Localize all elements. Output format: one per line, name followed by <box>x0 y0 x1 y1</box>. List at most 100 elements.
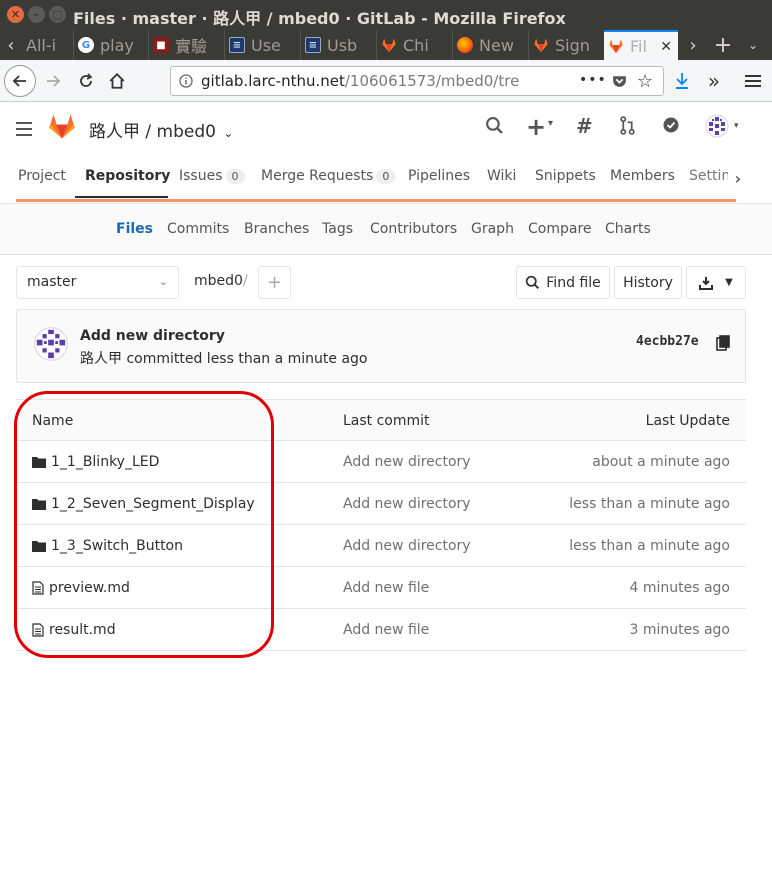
commit-sha[interactable]: 4ecbb27e <box>636 334 699 349</box>
url-text[interactable]: gitlab.larc-nthu.net/106061573/mbed0/tre <box>201 72 571 90</box>
file-name-cell[interactable]: 1_1_Blinky_LED <box>32 454 159 470</box>
file-last-commit[interactable]: Add new directory <box>343 496 471 512</box>
tab-7[interactable]: Sign <box>528 30 603 60</box>
subnav-branches[interactable]: Branches <box>244 221 309 237</box>
bookmark-star-icon[interactable]: ☆ <box>637 71 653 92</box>
subnav-graph[interactable]: Graph <box>471 221 514 237</box>
subnav-tags[interactable]: Tags <box>322 221 353 237</box>
file-last-commit[interactable]: Add new directory <box>343 538 471 554</box>
tab-0[interactable]: All-i <box>22 30 72 60</box>
tab-scroll-left-icon[interactable]: ‹ <box>0 30 22 60</box>
tab-members[interactable]: Members <box>610 168 675 184</box>
document-icon: ≡ <box>305 37 321 53</box>
subnav-commits[interactable]: Commits <box>167 221 229 237</box>
merge-requests-count-badge: 0 <box>376 169 396 184</box>
tab-project[interactable]: Project <box>18 168 66 184</box>
column-header-name: Name <box>32 413 74 429</box>
table-row[interactable]: preview.md Add new file 4 minutes ago <box>16 567 746 609</box>
menu-hamburger-icon[interactable] <box>742 70 764 92</box>
downloads-icon[interactable] <box>671 70 693 92</box>
subnav-compare[interactable]: Compare <box>528 221 592 237</box>
todo-check-icon[interactable] <box>662 116 680 139</box>
chevron-down-icon[interactable]: ▾ <box>734 121 739 131</box>
firefox-icon <box>457 37 473 53</box>
file-name-cell[interactable]: 1_3_Switch_Button <box>32 538 183 554</box>
new-tab-plus-icon[interactable]: + <box>712 30 734 60</box>
window-minimize-button[interactable]: – <box>28 6 45 23</box>
tab-repository[interactable]: Repository <box>85 168 170 184</box>
new-item-plus-icon[interactable]: + <box>526 113 546 141</box>
file-last-update: less than a minute ago <box>569 496 730 512</box>
site-info-icon[interactable] <box>179 74 193 92</box>
file-name-cell[interactable]: 1_2_Seven_Segment_Display <box>32 496 255 512</box>
tab-issues[interactable]: Issues 0 <box>179 168 245 184</box>
table-row[interactable]: 1_3_Switch_Button Add new directory less… <box>16 525 746 567</box>
merge-request-icon[interactable] <box>619 116 636 140</box>
home-button[interactable] <box>106 70 128 92</box>
tab-8-active[interactable]: Fil ✕ <box>604 30 678 60</box>
project-breadcrumb[interactable]: 路人甲 / mbed0 ⌄ <box>89 117 233 142</box>
table-row[interactable]: result.md Add new file 3 minutes ago <box>16 609 746 651</box>
download-dropdown-button[interactable]: ▼ <box>686 266 746 299</box>
find-file-button[interactable]: Find file <box>516 266 610 299</box>
reload-button[interactable] <box>75 70 97 92</box>
file-last-commit[interactable]: Add new file <box>343 580 429 596</box>
hash-icon[interactable]: # <box>576 114 593 138</box>
column-header-last-update: Last Update <box>645 413 730 429</box>
page-actions-more-icon[interactable]: ••• <box>579 72 607 88</box>
tab-4[interactable]: ≡ Usb <box>300 30 375 60</box>
window-maximize-button[interactable]: □ <box>49 6 66 23</box>
file-name-cell[interactable]: result.md <box>32 622 116 638</box>
tab-snippets[interactable]: Snippets <box>535 168 596 184</box>
tab-wiki[interactable]: Wiki <box>487 168 516 184</box>
back-button[interactable] <box>4 65 36 97</box>
tab-label: Use <box>251 35 281 55</box>
tab-merge-requests[interactable]: Merge Requests 0 <box>261 168 396 184</box>
user-avatar[interactable] <box>705 114 729 143</box>
file-last-commit[interactable]: Add new file <box>343 622 429 638</box>
table-row[interactable]: 1_2_Seven_Segment_Display Add new direct… <box>16 483 746 525</box>
search-icon[interactable] <box>485 116 504 140</box>
table-row[interactable]: 1_1_Blinky_LED Add new directory about a… <box>16 441 746 483</box>
tab-3[interactable]: ≡ Use <box>224 30 299 60</box>
tab-6[interactable]: New <box>452 30 527 60</box>
find-file-label: Find file <box>546 274 601 291</box>
file-name: 1_2_Seven_Segment_Display <box>51 496 255 512</box>
chevron-down-icon[interactable]: ▾ <box>548 118 553 129</box>
tab-list-chevron-icon[interactable]: ⌄ <box>742 30 764 60</box>
branch-selector[interactable]: master ⌄ <box>16 266 179 299</box>
tree-breadcrumb-root[interactable]: mbed0 <box>194 273 243 289</box>
pocket-icon[interactable] <box>611 73 628 94</box>
file-name: 1_3_Switch_Button <box>51 538 183 554</box>
gitlab-icon <box>381 37 397 53</box>
nav-scroll-right-icon[interactable]: › <box>728 164 748 192</box>
tab-label: 實驗 <box>175 37 208 56</box>
window-close-button[interactable]: ✕ <box>7 6 24 23</box>
url-path: /106061573/mbed0/tre <box>344 72 520 90</box>
gitlab-logo-icon[interactable] <box>48 112 76 144</box>
tab-scroll-right-icon[interactable]: › <box>682 30 704 60</box>
add-to-tree-button[interactable]: + <box>258 266 291 299</box>
subnav-contributors[interactable]: Contributors <box>370 221 457 237</box>
copy-clipboard-icon[interactable] <box>716 335 730 355</box>
forward-button[interactable] <box>42 70 64 92</box>
tab-settings[interactable]: Settin <box>689 168 730 184</box>
tab-2[interactable]: ■ 實驗 <box>148 30 223 60</box>
subnav-charts[interactable]: Charts <box>605 221 651 237</box>
commit-title[interactable]: Add new directory <box>80 328 225 344</box>
tab-pipelines[interactable]: Pipelines <box>408 168 470 184</box>
close-icon[interactable]: ✕ <box>660 39 672 55</box>
history-button[interactable]: History <box>614 266 682 299</box>
sidebar-toggle-icon[interactable] <box>16 122 32 140</box>
last-commit-box: Add new directory 路人甲 committed less tha… <box>16 309 746 383</box>
subnav-files[interactable]: Files <box>116 221 153 237</box>
file-last-commit[interactable]: Add new directory <box>343 454 471 470</box>
url-bar[interactable]: gitlab.larc-nthu.net/106061573/mbed0/tre… <box>170 66 664 96</box>
tab-1[interactable]: G play <box>73 30 147 60</box>
project-path-text: 路人甲 / mbed0 <box>89 122 216 142</box>
overflow-chevron-icon[interactable]: » <box>703 69 725 93</box>
tab-label: Sign <box>555 35 590 55</box>
file-name-cell[interactable]: preview.md <box>32 580 130 596</box>
tab-5[interactable]: Chi <box>376 30 451 60</box>
commit-author-avatar[interactable] <box>34 327 68 365</box>
